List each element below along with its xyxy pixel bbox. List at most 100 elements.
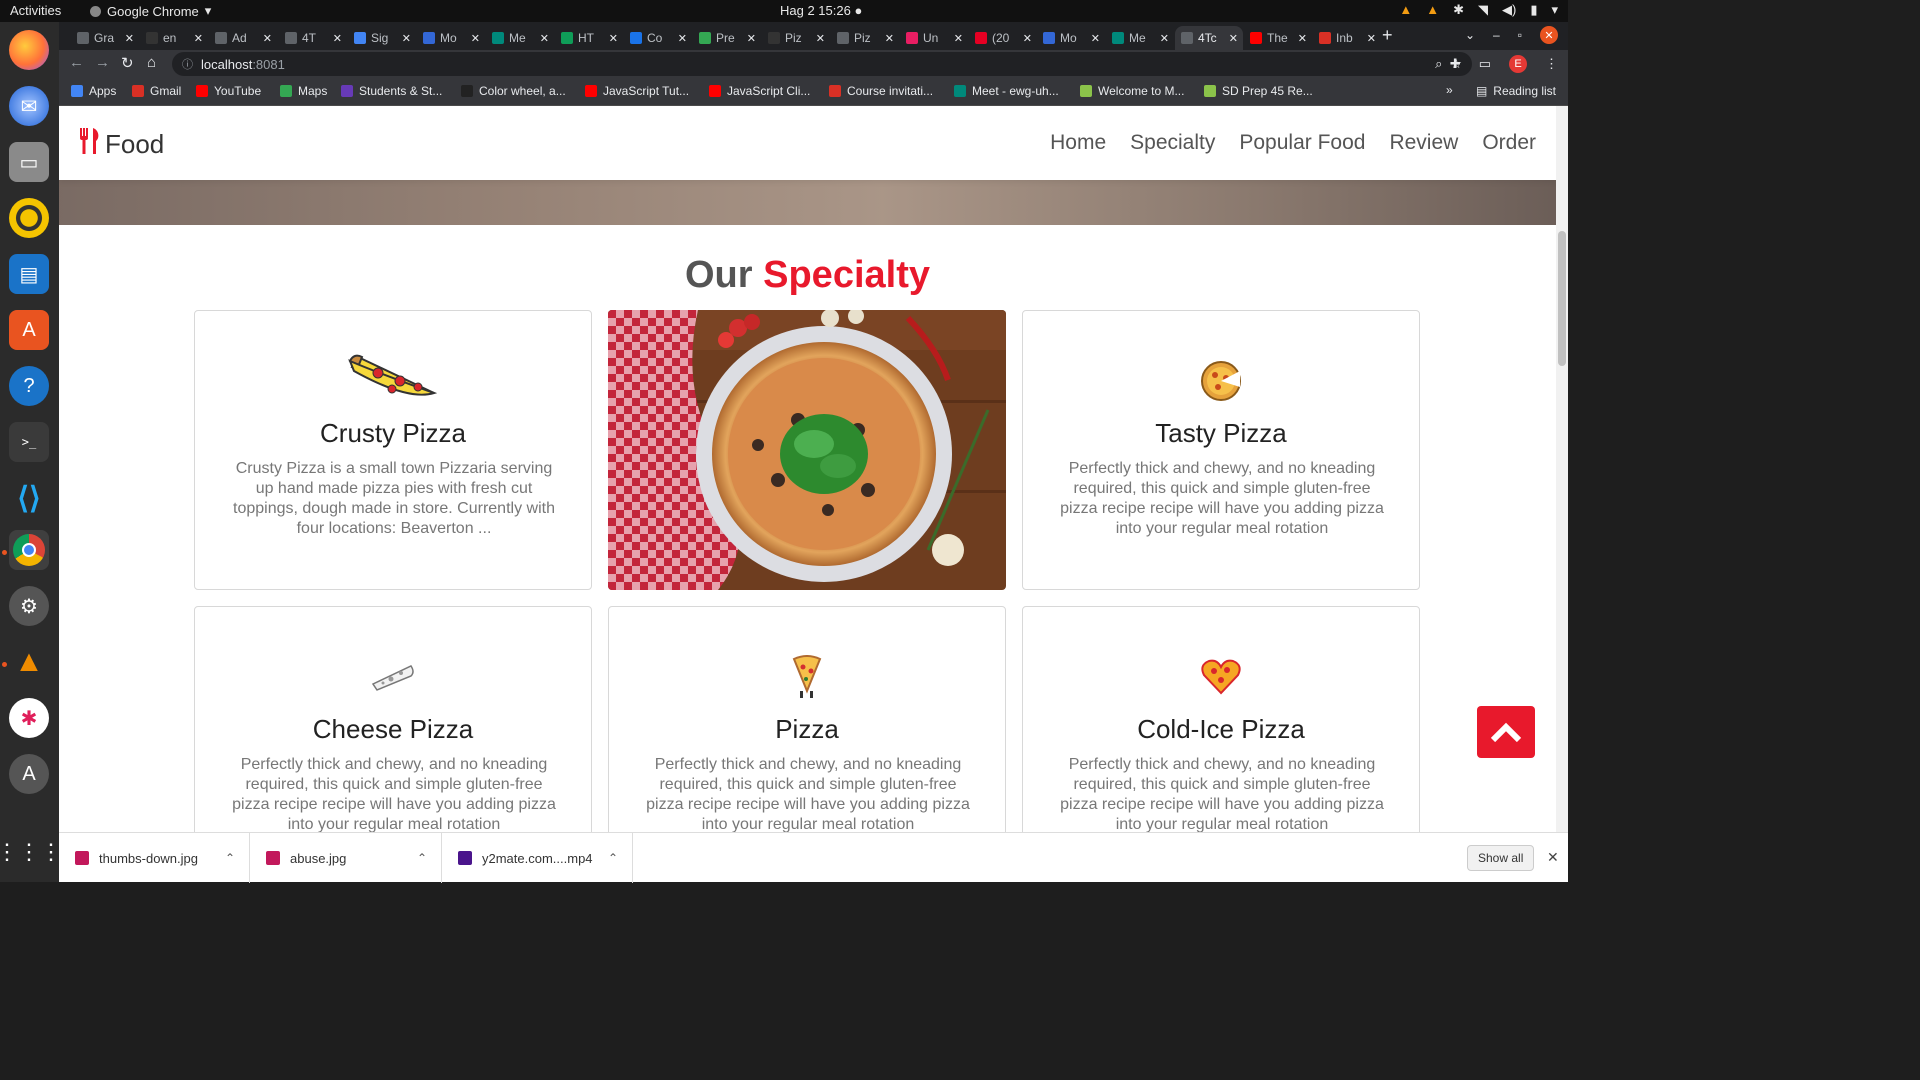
reload-button[interactable]: ↻ [121, 54, 134, 72]
menu-kebab-icon[interactable]: ⋮ [1545, 56, 1558, 72]
tab-close-icon[interactable]: ✕ [816, 32, 825, 45]
browser-tab[interactable]: 4T ✕ [279, 26, 347, 50]
browser-tab[interactable]: Me ✕ [486, 26, 554, 50]
bookmark-item[interactable]: Welcome to M... [1080, 84, 1184, 98]
tab-close-icon[interactable]: ✕ [263, 32, 272, 45]
tab-close-icon[interactable]: ✕ [402, 32, 411, 45]
tab-close-icon[interactable]: ✕ [954, 32, 963, 45]
tab-close-icon[interactable]: ✕ [1298, 32, 1307, 45]
nav-order[interactable]: Order [1482, 131, 1536, 155]
writer-icon[interactable]: ▤ [9, 254, 49, 294]
bookmarks-overflow-button[interactable]: » [1446, 83, 1453, 97]
system-tray[interactable]: ▲ ▲ ✱ ◥ ◀) ▮ ▾ [1399, 2, 1558, 18]
bookmark-item[interactable]: Gmail [132, 84, 181, 98]
activities-button[interactable]: Activities [10, 3, 61, 18]
tab-close-icon[interactable]: ✕ [609, 32, 618, 45]
specialty-card-tasty[interactable]: Tasty Pizza Perfectly thick and chewy, a… [1022, 310, 1420, 590]
specialty-card-pizza[interactable]: Pizza Perfectly thick and chewy, and no … [608, 606, 1006, 832]
vlc-tray-icon[interactable]: ▲ [1399, 2, 1412, 18]
browser-tab[interactable]: Mo ✕ [417, 26, 485, 50]
browser-tab[interactable]: Mo ✕ [1037, 26, 1105, 50]
chevron-up-icon[interactable]: ⌃ [608, 851, 618, 865]
wifi-icon[interactable]: ◥ [1478, 2, 1488, 18]
nav-home[interactable]: Home [1050, 131, 1106, 155]
download-item[interactable]: thumbs-down.jpg ⌃ [59, 833, 250, 883]
tab-close-icon[interactable]: ✕ [747, 32, 756, 45]
battery-icon[interactable]: ▮ [1530, 2, 1537, 18]
show-apps-icon[interactable]: ⋮⋮⋮ [0, 832, 62, 872]
address-bar[interactable]: ⓘ localhost:8081 ⌕ ☆ [172, 52, 1472, 76]
settings-icon[interactable]: ⚙ [9, 586, 49, 626]
tab-close-icon[interactable]: ✕ [194, 32, 203, 45]
cast-icon[interactable]: ▭ [1479, 56, 1491, 72]
browser-tab[interactable]: Sig ✕ [348, 26, 416, 50]
new-tab-button[interactable]: + [1382, 25, 1393, 46]
tab-close-icon[interactable]: ✕ [1160, 32, 1169, 45]
site-logo[interactable]: Food [79, 128, 164, 161]
bookmark-item[interactable]: Apps [71, 84, 116, 98]
tab-close-icon[interactable]: ✕ [540, 32, 549, 45]
bookmark-item[interactable]: JavaScript Tut... [585, 84, 689, 98]
tab-close-icon[interactable]: ✕ [125, 32, 134, 45]
download-item[interactable]: abuse.jpg ⌃ [250, 833, 442, 883]
browser-tab[interactable]: Me ✕ [1106, 26, 1174, 50]
chrome-icon[interactable] [9, 530, 49, 570]
nav-review[interactable]: Review [1389, 131, 1458, 155]
specialty-card-crusty[interactable]: Crusty Pizza Crusty Pizza is a small tow… [194, 310, 592, 590]
show-all-downloads-button[interactable]: Show all [1467, 845, 1535, 871]
help-icon[interactable]: ? [9, 366, 49, 406]
back-button[interactable]: ← [69, 54, 84, 71]
minimize-button[interactable]: – [1493, 28, 1500, 42]
site-info-icon[interactable]: ⓘ [182, 56, 193, 72]
tab-close-icon[interactable]: ✕ [678, 32, 687, 45]
bookmark-item[interactable]: Course invitati... [829, 84, 933, 98]
zoom-icon[interactable]: ⌕ [1435, 56, 1442, 72]
browser-tab[interactable]: Ad ✕ [209, 26, 277, 50]
extensions-icon[interactable]: ✚ [1450, 56, 1461, 72]
files-icon[interactable]: ▭ [9, 142, 49, 182]
forward-button[interactable]: → [95, 54, 110, 71]
specialty-card-cold-ice[interactable]: Cold-Ice Pizza Perfectly thick and chewy… [1022, 606, 1420, 832]
thunderbird-icon[interactable]: ✉ [9, 86, 49, 126]
browser-tab[interactable]: HT ✕ [555, 26, 623, 50]
download-item[interactable]: y2mate.com....mp4 ⌃ [442, 833, 633, 883]
tab-close-icon[interactable]: ✕ [333, 32, 342, 45]
browser-tab[interactable]: 4Tc ✕ [1175, 26, 1243, 50]
app-menu[interactable]: Google Chrome ▾ [90, 3, 211, 19]
update-icon[interactable]: A [9, 754, 49, 794]
scroll-to-top-button[interactable] [1477, 706, 1535, 758]
tab-close-icon[interactable]: ✕ [471, 32, 480, 45]
home-button[interactable]: ⌂ [147, 54, 156, 71]
tab-close-icon[interactable]: ✕ [1229, 32, 1238, 45]
page-scrollbar[interactable] [1556, 106, 1568, 832]
browser-tab[interactable]: Gra ✕ [71, 26, 139, 50]
browser-tab[interactable]: Un ✕ [900, 26, 968, 50]
terminal-icon[interactable]: >_ [9, 422, 49, 462]
bookmark-item[interactable]: JavaScript Cli... [709, 84, 810, 98]
close-downloads-bar-icon[interactable]: ✕ [1547, 849, 1559, 866]
restore-button[interactable]: ▫ [1518, 28, 1522, 42]
scrollbar-thumb[interactable] [1558, 231, 1566, 366]
browser-tab[interactable]: en ✕ [140, 26, 208, 50]
tab-close-icon[interactable]: ✕ [1091, 32, 1100, 45]
browser-tab[interactable]: Co ✕ [624, 26, 692, 50]
bookmark-item[interactable]: SD Prep 45 Re... [1204, 84, 1313, 98]
tab-close-icon[interactable]: ✕ [885, 32, 894, 45]
rhythmbox-icon[interactable] [9, 198, 49, 238]
chevron-up-icon[interactable]: ⌃ [417, 851, 427, 865]
chevron-up-icon[interactable]: ⌃ [225, 851, 235, 865]
vscode-icon[interactable]: ⟨⟩ [9, 478, 49, 518]
reading-list-button[interactable]: ▤ Reading list [1476, 84, 1556, 98]
browser-tab[interactable]: Inb ✕ [1313, 26, 1381, 50]
bookmark-item[interactable]: Meet - ewg-uh... [954, 84, 1059, 98]
clock[interactable]: Hag 2 15:26 ● [780, 3, 862, 18]
slack-icon[interactable]: ✱ [9, 698, 49, 738]
nav-specialty[interactable]: Specialty [1130, 131, 1215, 155]
bookmark-item[interactable]: YouTube [196, 84, 261, 98]
bookmark-item[interactable]: Maps [280, 84, 327, 98]
specialty-card-cheese[interactable]: Cheese Pizza Perfectly thick and chewy, … [194, 606, 592, 832]
power-menu-icon[interactable]: ▾ [1551, 2, 1558, 18]
slack-tray-icon[interactable]: ✱ [1453, 2, 1464, 18]
browser-tab[interactable]: Piz ✕ [762, 26, 830, 50]
browser-tab[interactable]: (20 ✕ [969, 26, 1037, 50]
